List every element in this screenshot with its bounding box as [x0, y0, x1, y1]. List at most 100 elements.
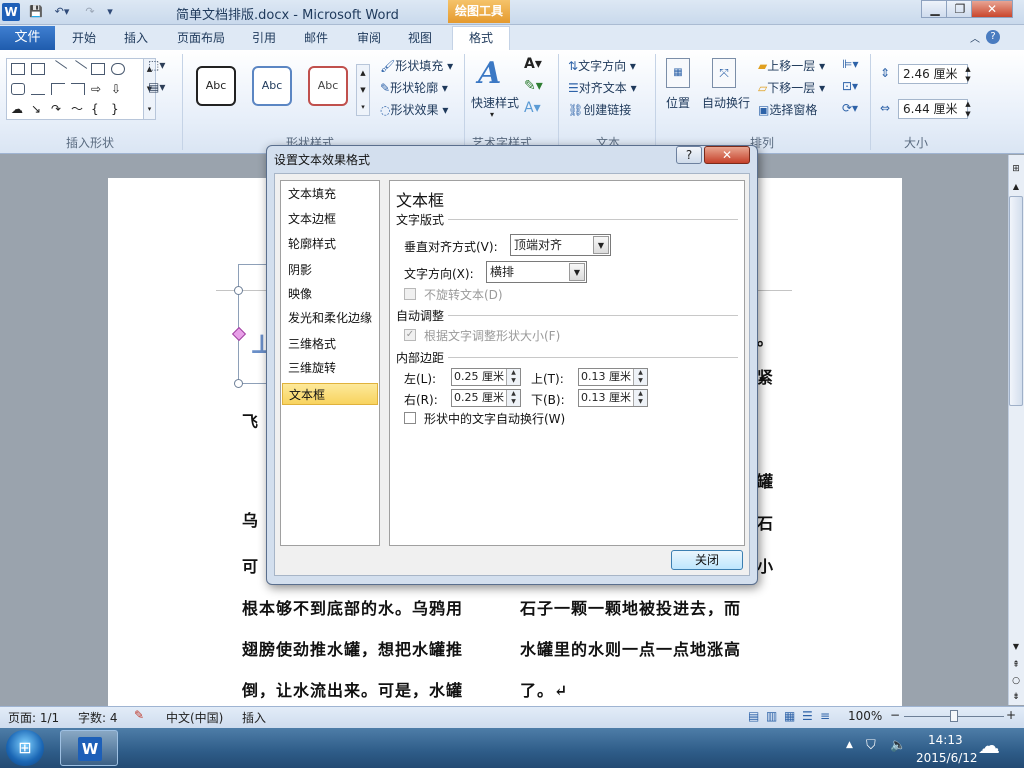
network-icon[interactable]: ⛉ [866, 738, 876, 753]
right-margin-input[interactable]: 0.25 厘米 ▲ ▼ [451, 389, 521, 407]
ruler-toggle-icon[interactable]: ⊞ [1009, 162, 1023, 176]
send-backward-button[interactable]: ▱下移一层 ▾ [758, 79, 825, 96]
web-layout-icon[interactable]: ▦ [784, 709, 795, 723]
top-margin-input[interactable]: 0.13 厘米 ▲ ▼ [578, 368, 648, 386]
create-link-button[interactable]: ⛓创建链接 [568, 101, 631, 118]
nav-reflection[interactable]: 映像 [282, 283, 378, 305]
previous-page-icon[interactable]: ⇞ [1009, 658, 1023, 672]
window-close-button[interactable]: ✕ [971, 0, 1013, 18]
zoom-out-button[interactable]: − [890, 708, 900, 722]
height-spinner[interactable]: ▲ ▼ [962, 64, 974, 84]
nav-shadow[interactable]: 阴影 [282, 259, 378, 281]
shapes-gallery[interactable]: ⇨ ⇩ ☁ ↘ ↷ 〜 { } ▲ ▼ ▾ [6, 58, 156, 120]
shape-style-sample-3[interactable]: Abc [308, 66, 348, 106]
quick-styles-button[interactable]: 快速样式 [471, 94, 519, 111]
text-outline-icon[interactable]: ✎▾ [524, 78, 543, 94]
shape-width-input[interactable]: 6.44 厘米 [898, 99, 968, 119]
resize-handle[interactable] [234, 379, 243, 388]
tab-file[interactable]: 文件 [0, 26, 55, 50]
proofing-icon[interactable]: ✎ [134, 708, 144, 722]
zoom-in-button[interactable]: + [1006, 708, 1016, 722]
dropdown-arrow-icon[interactable]: ▼ [569, 263, 585, 281]
weather-cloud-icon[interactable]: ☁ [978, 734, 1000, 759]
shape-effects-button[interactable]: ◌形状效果 ▾ [380, 101, 448, 118]
help-icon[interactable]: ? [986, 30, 1000, 44]
wordart-a-icon[interactable]: A [478, 56, 514, 91]
text-direction-combo[interactable]: 横排 ▼ [486, 261, 587, 283]
nav-3d-rotation[interactable]: 三维旋转 [282, 357, 378, 379]
align-text-button[interactable]: ☰对齐文本 ▾ [568, 79, 637, 96]
volume-icon[interactable]: 🔈 [890, 738, 906, 753]
wrap-text-icon[interactable]: ⤧ [712, 58, 736, 88]
tab-mailings[interactable]: 邮件 [304, 28, 328, 48]
no-rotate-checkbox[interactable] [404, 288, 416, 300]
tab-references[interactable]: 引用 [252, 28, 276, 48]
text-direction-button[interactable]: ⇅文字方向 ▾ [568, 57, 636, 74]
shape-style-sample-2[interactable]: Abc [252, 66, 292, 106]
show-hidden-icons-icon[interactable]: ▲ [846, 740, 853, 750]
resize-handle[interactable] [234, 286, 243, 295]
draw-textbox-icon[interactable]: ▤▾ [148, 80, 172, 96]
tab-page-layout[interactable]: 页面布局 [177, 28, 225, 48]
scroll-down-icon[interactable]: ▼ [1009, 640, 1023, 654]
rotate-icon[interactable]: ⟳▾ [842, 101, 858, 115]
redo-icon[interactable]: ↷ [80, 4, 100, 20]
edit-shape-icon[interactable]: ⬚▾ [148, 58, 172, 74]
dialog-help-button[interactable]: ? [676, 146, 702, 164]
undo-icon[interactable]: ↶▾ [50, 4, 74, 20]
dialog-close-x-button[interactable]: ✕ [704, 146, 750, 164]
group-icon[interactable]: ⊡▾ [842, 79, 858, 93]
bring-forward-button[interactable]: ▰上移一层 ▾ [758, 57, 825, 74]
shape-height-input[interactable]: 2.46 厘米 [898, 64, 968, 84]
clock-time[interactable]: 14:13 [928, 733, 963, 747]
next-page-icon[interactable]: ⇟ [1009, 690, 1023, 704]
spinner-icon[interactable]: ▲ ▼ [633, 369, 647, 385]
bottom-margin-input[interactable]: 0.13 厘米 ▲ ▼ [578, 389, 648, 407]
clock-date[interactable]: 2015/6/12 [916, 751, 978, 765]
shape-outline-button[interactable]: ✎形状轮廓 ▾ [380, 79, 448, 96]
nav-text-outline[interactable]: 文本边框 [282, 208, 378, 230]
vertical-align-combo[interactable]: 顶端对齐 ▼ [510, 234, 611, 256]
nav-outline-style[interactable]: 轮廓样式 [282, 233, 378, 255]
tab-insert[interactable]: 插入 [124, 28, 148, 48]
nav-text-fill[interactable]: 文本填充 [282, 183, 378, 205]
tab-home[interactable]: 开始 [72, 28, 96, 48]
left-margin-input[interactable]: 0.25 厘米 ▲ ▼ [451, 368, 521, 386]
restore-button[interactable]: ❐ [946, 0, 974, 18]
tab-format[interactable]: 格式 [452, 26, 510, 51]
nav-glow-soft-edges[interactable]: 发光和柔化边缘 [282, 307, 378, 329]
taskbar-word-button[interactable]: W [60, 730, 118, 766]
spinner-icon[interactable]: ▲ ▼ [633, 390, 647, 406]
scroll-up-icon[interactable]: ▲ [1009, 180, 1023, 194]
print-layout-icon[interactable]: ▤ [748, 709, 759, 723]
browse-object-icon[interactable]: ○ [1009, 674, 1023, 688]
style-gallery-scroll[interactable]: ▲ ▼ ▾ [356, 64, 370, 116]
tab-review[interactable]: 审阅 [357, 28, 381, 48]
nav-text-box[interactable]: 文本框 [282, 383, 378, 405]
dropdown-arrow-icon[interactable]: ▼ [593, 236, 609, 254]
minimize-button[interactable]: ▁ [921, 0, 949, 18]
save-icon[interactable]: 💾 [28, 4, 44, 20]
zoom-level[interactable]: 100% [848, 709, 882, 723]
spinner-icon[interactable]: ▲ ▼ [506, 390, 520, 406]
text-fill-icon[interactable]: A▾ [524, 56, 542, 72]
shape-style-sample-1[interactable]: Abc [196, 66, 236, 106]
shape-fill-button[interactable]: 🖌形状填充 ▾ [380, 57, 453, 74]
draft-view-icon[interactable]: ≡ [820, 709, 830, 723]
status-page[interactable]: 页面: 1/1 [8, 709, 59, 726]
outline-view-icon[interactable]: ☰ [802, 709, 813, 723]
position-button[interactable]: 位置 [666, 94, 690, 111]
position-icon[interactable]: ▦ [666, 58, 690, 88]
close-button[interactable]: 关闭 [671, 550, 743, 570]
align-icon[interactable]: ⊫▾ [842, 57, 858, 71]
customize-qat-icon[interactable]: ▾ [104, 4, 116, 20]
tab-view[interactable]: 视图 [408, 28, 432, 48]
windows-start-icon[interactable]: ⊞ [6, 730, 44, 766]
text-effects-icon[interactable]: A▾ [524, 100, 541, 116]
status-word-count[interactable]: 字数: 4 [78, 709, 118, 726]
spinner-icon[interactable]: ▲ ▼ [506, 369, 520, 385]
width-spinner[interactable]: ▲ ▼ [962, 99, 974, 119]
text-box-frame[interactable] [238, 264, 268, 384]
ribbon-minimize-icon[interactable]: ︿ [970, 30, 980, 45]
resize-shape-checkbox[interactable]: ✓ [404, 329, 416, 341]
